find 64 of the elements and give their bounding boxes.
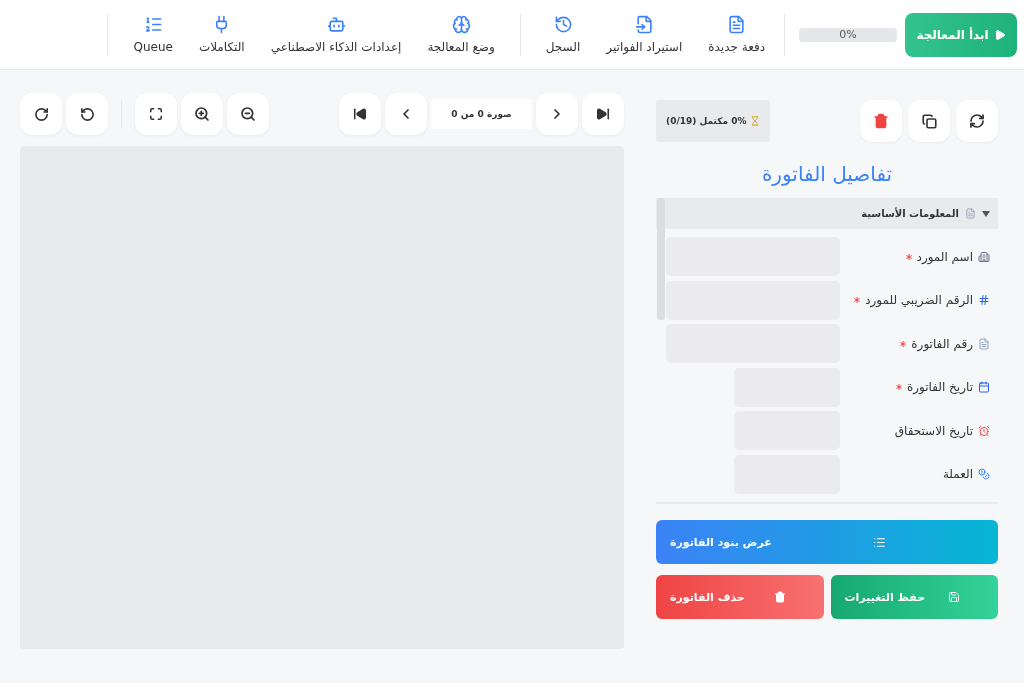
calendar-icon <box>978 381 990 394</box>
rotate-right-button[interactable] <box>20 93 62 135</box>
document-icon <box>978 337 990 350</box>
nav-item[interactable]: دفعة جديدة <box>695 15 778 54</box>
brain-icon <box>451 15 471 34</box>
completion-text: 0% مكتمل (0/19) <box>666 116 747 126</box>
nav-item[interactable]: Queue <box>120 15 186 54</box>
section-title: المعلومات الأساسية <box>861 208 959 219</box>
delete-button[interactable] <box>860 100 902 142</box>
building-icon <box>978 250 990 263</box>
file-icon <box>727 15 747 34</box>
progress-reading: 0% <box>839 28 857 41</box>
section-header[interactable]: المعلومات الأساسية <box>656 198 998 229</box>
delete-invoice-button[interactable]: حذف الفاتورة <box>656 575 824 619</box>
required-icon <box>854 297 861 304</box>
field-label: رقم الفاتورة <box>911 336 973 351</box>
input-field[interactable] <box>666 237 840 277</box>
rotate-left-button[interactable] <box>66 93 108 135</box>
refresh-button[interactable] <box>956 100 998 142</box>
copy-button[interactable] <box>908 100 950 142</box>
page-counter: صورة 0 من 0 <box>431 99 532 129</box>
required-icon <box>905 253 912 260</box>
field-label: تاريخ الاستحقاق <box>894 423 973 438</box>
list-icon <box>143 15 163 34</box>
field-label: العملة <box>942 467 973 482</box>
scrollbar[interactable] <box>657 198 665 320</box>
input-field[interactable] <box>666 280 840 320</box>
play-icon <box>993 28 1006 41</box>
zoom-out-icon <box>240 106 256 122</box>
required-icon <box>895 384 902 391</box>
field-label: اسم المورد <box>916 249 973 264</box>
fullscreen-icon <box>149 107 163 121</box>
file-import-icon <box>634 15 654 34</box>
hash-icon <box>978 294 990 307</box>
rotate-right-icon <box>33 106 49 122</box>
trash-icon <box>773 591 786 603</box>
list-icon <box>873 535 886 549</box>
refresh-icon <box>969 113 985 129</box>
hourglass-icon <box>750 116 761 126</box>
required-icon <box>900 340 907 347</box>
history-icon <box>553 15 573 34</box>
currency-icon <box>978 468 990 481</box>
save-icon <box>948 591 960 603</box>
nav-item[interactable]: استيراد الفواتير <box>593 15 696 54</box>
field-label: الرقم الضريبي للمورد <box>865 293 973 308</box>
zoom-in-button[interactable] <box>181 93 223 135</box>
skip-back-icon <box>353 107 367 121</box>
copy-icon <box>921 113 937 129</box>
nav-item[interactable]: وضع المعالجة <box>414 15 508 54</box>
zoom-out-button[interactable] <box>227 93 269 135</box>
nav-item[interactable]: التكاملات <box>185 15 258 54</box>
skip-forward-icon <box>596 107 610 121</box>
document-icon <box>965 208 976 219</box>
first-page-button[interactable] <box>339 93 381 135</box>
alarm-clock-icon <box>978 424 990 437</box>
nav-item[interactable]: السجل <box>532 15 594 54</box>
trash-icon <box>873 113 889 129</box>
panel-title: تفاصيل الفاتورة <box>760 162 894 186</box>
robot-icon <box>326 15 346 34</box>
nav-item[interactable]: إعدادات الذكاء الاصطناعي <box>257 15 415 54</box>
rotate-left-icon <box>79 106 95 122</box>
last-page-button[interactable] <box>582 93 624 135</box>
zoom-in-icon <box>194 106 210 122</box>
field-label: تاريخ الفاتورة <box>906 380 973 395</box>
